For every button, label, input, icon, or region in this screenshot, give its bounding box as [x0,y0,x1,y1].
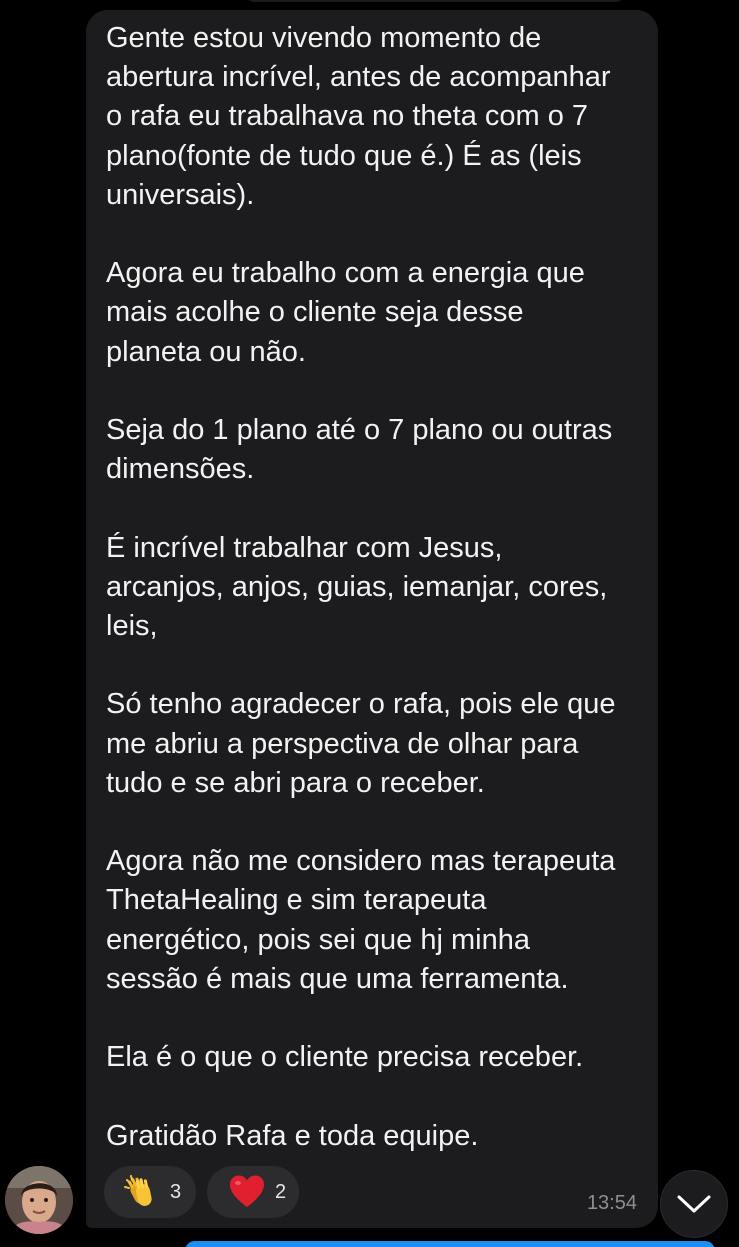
message-paragraph-7: Ela é o que o cliente precisa receber. [106,1041,584,1074]
next-message-bubble[interactable] [185,1241,715,1247]
message-paragraph-4: É incrível trabalhar com Jesus, arcanjos… [106,531,608,642]
avatar-photo [5,1166,73,1234]
scroll-down-button[interactable] [660,1170,728,1238]
message-paragraph-3: Seja do 1 plano até o 7 plano ou outras … [106,414,613,486]
chevron-down-icon [677,1195,711,1213]
chat-screen: Gente estou vivendo momento de abertura … [0,0,739,1247]
message-paragraph-5: Só tenho agradecer o rafa, pois ele que … [106,688,616,799]
message-text: Gente estou vivendo momento de abertura … [106,19,651,1156]
red-heart-icon [230,1175,264,1207]
message-paragraph-8: Gratidão Rafa e toda equipe. [106,1119,479,1152]
message-paragraph-2: Agora eu trabalho com a energia que mais… [106,257,585,368]
clapping-hands-icon [124,1175,152,1206]
reaction-heart-count: 2 [275,1180,287,1203]
message-paragraph-1: Gente estou vivendo momento de abertura … [106,22,611,211]
reaction-clap[interactable]: 3 [104,1166,196,1218]
previous-message-bubble[interactable] [240,0,630,2]
reaction-clap-count: 3 [170,1180,182,1203]
message-paragraph-6: Agora não me considero mas terapeuta The… [106,845,616,995]
message-timestamp: 13:54 [586,1192,637,1214]
avatar[interactable] [5,1166,73,1234]
reaction-heart[interactable]: 2 [207,1166,299,1218]
